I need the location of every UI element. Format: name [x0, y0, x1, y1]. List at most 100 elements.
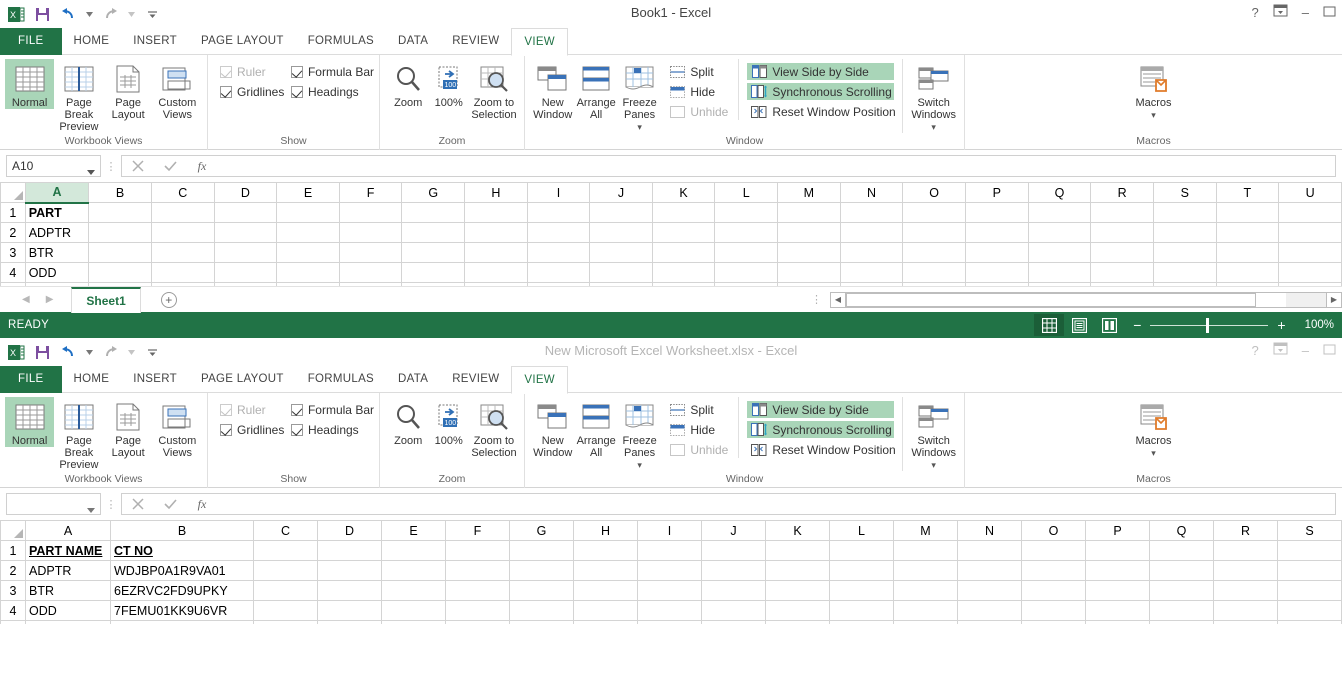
- cell-T1[interactable]: [1215, 202, 1280, 223]
- cell-O4-2[interactable]: [1021, 600, 1086, 621]
- sheet-nav-next-icon[interactable]: ▶: [46, 294, 54, 305]
- cell-A4-2[interactable]: ODD: [25, 600, 111, 621]
- zoom-100-button[interactable]: 100 100%: [428, 397, 468, 447]
- name-box-1[interactable]: A10: [6, 155, 101, 177]
- row-header-1-2[interactable]: 1: [0, 540, 26, 561]
- tab-view[interactable]: VIEW: [511, 28, 568, 56]
- sheet-tab-sheet1[interactable]: Sheet1: [71, 286, 141, 313]
- sheet-nav-prev-icon[interactable]: ◀: [22, 294, 30, 305]
- arrange-all-button[interactable]: Arrange All: [574, 397, 617, 459]
- formula-bar-checkbox[interactable]: [290, 66, 303, 78]
- cell-H5[interactable]: [464, 282, 528, 286]
- cell-Q5-2[interactable]: [1149, 620, 1214, 624]
- ribbon-display-options-icon[interactable]: [1273, 4, 1288, 22]
- cell-R5-2[interactable]: [1213, 620, 1278, 624]
- col-header-O-2[interactable]: O: [1021, 520, 1086, 541]
- tab-page-layout[interactable]: PAGE LAYOUT: [189, 366, 296, 393]
- cell-O3[interactable]: [902, 242, 966, 263]
- cell-J2-2[interactable]: [701, 560, 766, 581]
- col-header-F[interactable]: F: [338, 182, 403, 203]
- cell-F1-2[interactable]: [445, 540, 510, 561]
- tab-page-layout[interactable]: PAGE LAYOUT: [189, 28, 296, 55]
- cell-F1[interactable]: [338, 202, 403, 223]
- cell-Q1-2[interactable]: [1149, 540, 1214, 561]
- cell-P4[interactable]: [964, 262, 1029, 283]
- tab-view[interactable]: VIEW: [511, 366, 568, 394]
- col-header-K-2[interactable]: K: [765, 520, 830, 541]
- reset-window-position-button[interactable]: Reset Window Position: [747, 103, 896, 120]
- col-header-D-2[interactable]: D: [317, 520, 382, 541]
- col-header-A-2[interactable]: A: [25, 520, 111, 541]
- row-header-4[interactable]: 4: [0, 262, 26, 283]
- hscroll-thumb[interactable]: [846, 292, 1256, 307]
- cell-U1[interactable]: [1278, 202, 1342, 223]
- cell-T2[interactable]: [1215, 222, 1280, 243]
- col-header-M-2[interactable]: M: [893, 520, 958, 541]
- cell-M3-2[interactable]: [893, 580, 958, 601]
- cell-O1-2[interactable]: [1021, 540, 1086, 561]
- cell-F2[interactable]: [338, 222, 403, 243]
- cell-E2[interactable]: [276, 222, 340, 243]
- cell-M5-2[interactable]: [893, 620, 958, 624]
- cell-N3-2[interactable]: [957, 580, 1022, 601]
- col-header-F-2[interactable]: F: [445, 520, 510, 541]
- cell-M5[interactable]: [776, 282, 841, 286]
- tab-home[interactable]: HOME: [62, 366, 122, 393]
- cell-S2-2[interactable]: [1277, 560, 1342, 581]
- select-all-corner-2[interactable]: [0, 520, 26, 541]
- headings-checkbox-row[interactable]: Headings: [290, 85, 374, 99]
- col-header-P[interactable]: P: [964, 182, 1029, 203]
- cell-E5[interactable]: [276, 282, 340, 286]
- cell-K5-2[interactable]: [765, 620, 830, 624]
- cell-K3-2[interactable]: [765, 580, 830, 601]
- split-button[interactable]: Split: [665, 401, 732, 418]
- col-header-L-2[interactable]: L: [829, 520, 894, 541]
- cell-H3-2[interactable]: [573, 580, 638, 601]
- cell-S4-2[interactable]: [1277, 600, 1342, 621]
- cell-R2[interactable]: [1090, 222, 1154, 243]
- normal-view-status-icon[interactable]: [1034, 314, 1065, 336]
- formula-bar-checkbox[interactable]: [290, 404, 303, 416]
- cell-G1[interactable]: [401, 202, 466, 223]
- help-icon[interactable]: ?: [1252, 342, 1259, 360]
- cell-N4[interactable]: [839, 262, 904, 283]
- cell-T5[interactable]: [1215, 282, 1280, 286]
- cell-H1[interactable]: [464, 202, 528, 223]
- custom-views-button[interactable]: Custom Views: [153, 59, 202, 121]
- cell-H5-2[interactable]: [573, 620, 638, 624]
- formula-input-1[interactable]: [218, 155, 1336, 177]
- select-all-corner-1[interactable]: [0, 182, 26, 203]
- cell-S1[interactable]: [1152, 202, 1217, 223]
- switch-windows-dropdown-icon[interactable]: ▾: [931, 121, 936, 133]
- col-header-M[interactable]: M: [776, 182, 841, 203]
- tab-file[interactable]: FILE: [0, 366, 62, 393]
- cell-R2-2[interactable]: [1213, 560, 1278, 581]
- cell-C2-2[interactable]: [253, 560, 318, 581]
- headings-checkbox[interactable]: [290, 424, 303, 436]
- gridlines-checkbox[interactable]: [220, 86, 232, 98]
- cell-B1[interactable]: [88, 202, 152, 223]
- cell-I1[interactable]: [526, 202, 591, 223]
- cell-A3-2[interactable]: BTR: [25, 580, 111, 601]
- tab-home[interactable]: HOME: [62, 28, 122, 55]
- cell-G3[interactable]: [401, 242, 466, 263]
- cell-S5[interactable]: [1152, 282, 1217, 286]
- cell-B4[interactable]: [88, 262, 152, 283]
- page-layout-button[interactable]: Page Layout: [104, 59, 153, 121]
- headings-checkbox-row[interactable]: Headings: [290, 423, 374, 437]
- cell-K1[interactable]: [651, 202, 716, 223]
- cancel-icon[interactable]: [122, 494, 154, 514]
- macros-button[interactable]: Macros ▾: [1128, 397, 1180, 459]
- cell-D5-2[interactable]: [317, 620, 382, 624]
- formula-bar-grip-2[interactable]: ⋮: [101, 498, 121, 511]
- cell-C4-2[interactable]: [253, 600, 318, 621]
- zoom-to-selection-button[interactable]: Zoom to Selection: [469, 59, 519, 121]
- zoom-to-selection-button[interactable]: Zoom to Selection: [469, 397, 519, 459]
- cell-J3[interactable]: [589, 242, 653, 263]
- cell-P3[interactable]: [964, 242, 1029, 263]
- headings-checkbox[interactable]: [290, 86, 303, 98]
- minimize-button[interactable]: –: [1302, 342, 1309, 360]
- ribbon-display-options-icon[interactable]: [1273, 342, 1288, 360]
- cell-R1-2[interactable]: [1213, 540, 1278, 561]
- cell-G4[interactable]: [401, 262, 466, 283]
